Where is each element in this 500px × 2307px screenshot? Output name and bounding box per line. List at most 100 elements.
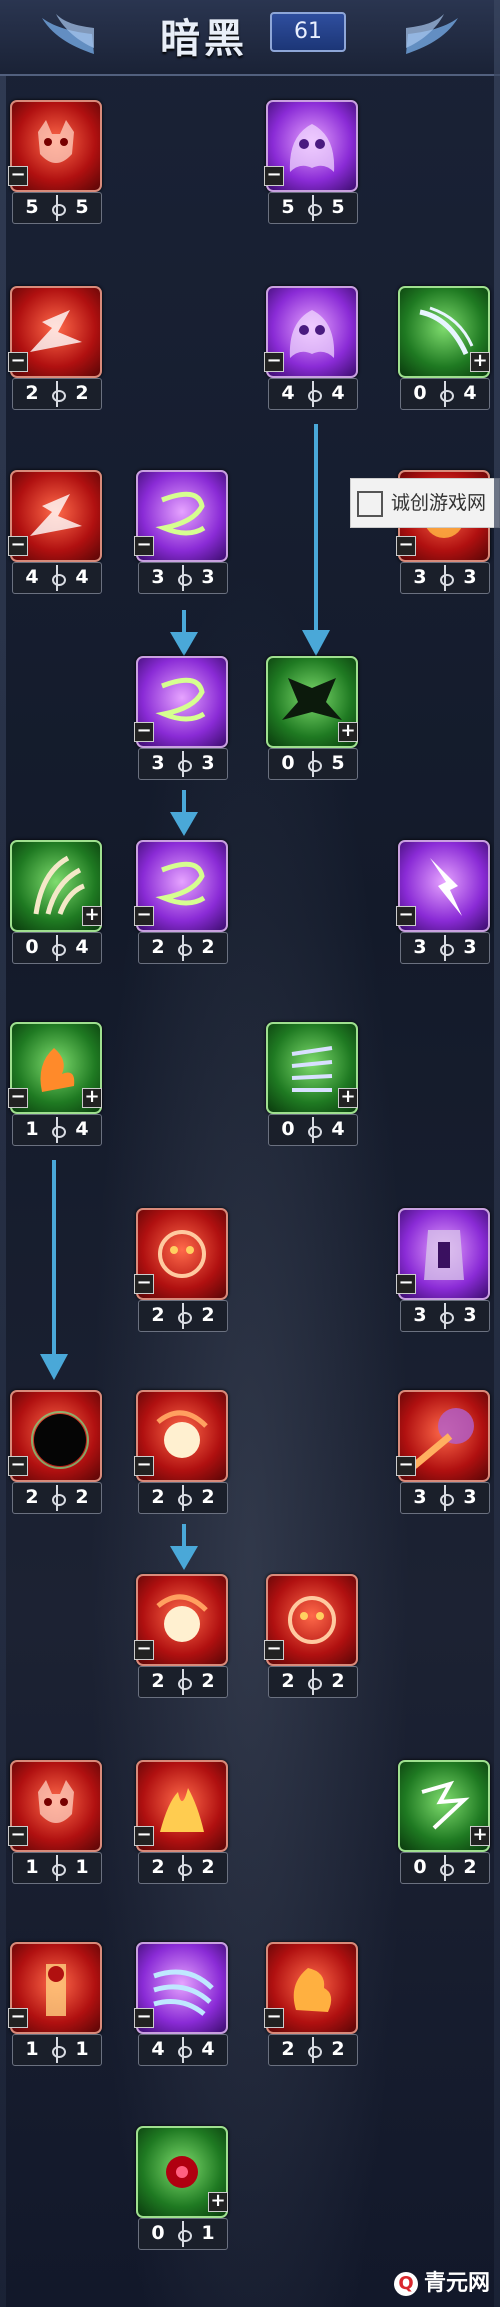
level-separator-icon (435, 381, 455, 407)
max-level: 4 (331, 1118, 345, 1140)
plus-button[interactable]: + (82, 1088, 102, 1108)
skill-level: 04 (268, 1114, 358, 1146)
skill-slot[interactable]: − +1 4 (8, 1022, 102, 1148)
level-separator-icon (173, 935, 193, 961)
skill-slot[interactable]: − 3 3 (396, 840, 490, 966)
minus-button[interactable]: − (264, 166, 284, 186)
current-level: 0 (281, 1118, 295, 1140)
skill-slot[interactable]: −2 2 (134, 1390, 228, 1516)
minus-button[interactable]: − (264, 2008, 284, 2028)
minus-button[interactable]: − (264, 352, 284, 372)
skill-slot[interactable]: +0 1 (136, 2126, 228, 2252)
skill-slot[interactable]: − 2 2 (264, 1942, 358, 2068)
skill-slot[interactable]: − 2 2 (134, 1208, 228, 1334)
max-level: 5 (75, 196, 89, 218)
plus-button[interactable]: + (338, 722, 358, 742)
skill-level: 44 (12, 562, 102, 594)
level-separator-icon (173, 1669, 193, 1695)
skill-level: 14 (12, 1114, 102, 1146)
plus-button[interactable]: + (338, 1088, 358, 1108)
current-level: 3 (151, 752, 165, 774)
max-level: 2 (201, 1856, 215, 1878)
skill-slot[interactable]: −2 2 (8, 286, 102, 412)
level-separator-icon (435, 1485, 455, 1511)
skill-level: 05 (268, 748, 358, 780)
prereq-arrow (170, 790, 198, 836)
minus-button[interactable]: − (134, 1826, 154, 1846)
current-level: 2 (151, 1670, 165, 1692)
minus-button[interactable]: − (134, 906, 154, 926)
level-separator-icon (47, 1485, 67, 1511)
minus-button[interactable]: − (8, 1826, 28, 1846)
level-separator-icon (47, 2037, 67, 2063)
skill-slot[interactable]: +0 4 (10, 840, 102, 966)
minus-button[interactable]: − (396, 1274, 416, 1294)
max-level: 4 (75, 566, 89, 588)
plus-button[interactable]: + (470, 352, 490, 372)
prereq-arrow (40, 1160, 68, 1380)
level-separator-icon (47, 1117, 67, 1143)
skill-slot[interactable]: +0 2 (398, 1760, 490, 1886)
talent-panel: 暗黑 61 −5 5−5 5−2 2−4 4 +0 4−4 4−3 3−3 3−3 3 +0 5 +0 4−… (0, 0, 500, 2307)
minus-button[interactable]: − (396, 906, 416, 926)
minus-button[interactable]: − (396, 1456, 416, 1476)
plus-button[interactable]: + (470, 1826, 490, 1846)
skill-slot[interactable]: −3 3 (396, 1208, 490, 1334)
minus-button[interactable]: − (134, 1640, 154, 1660)
skill-slot[interactable]: −2 2 (134, 1760, 228, 1886)
minus-button[interactable]: − (8, 1088, 28, 1108)
skill-level: 22 (268, 2034, 358, 2066)
skill-slot[interactable]: +0 4 (266, 1022, 358, 1148)
minus-button[interactable]: − (134, 722, 154, 742)
current-level: 2 (25, 382, 39, 404)
skill-level: 33 (400, 932, 490, 964)
minus-button[interactable]: − (8, 352, 28, 372)
prereq-arrow (170, 1524, 198, 1570)
skill-slot[interactable]: −2 2 (134, 1574, 228, 1700)
level-separator-icon (303, 751, 323, 777)
tree-title: 暗黑 (160, 16, 248, 62)
skill-slot[interactable]: −2 2 (8, 1390, 102, 1516)
minus-button[interactable]: − (8, 536, 28, 556)
watermark: 诚创游戏网 (350, 478, 500, 528)
skill-slot[interactable]: − 2 2 (264, 1574, 358, 1700)
skill-slot[interactable]: − 5 5 (264, 100, 358, 226)
minus-button[interactable]: − (134, 1456, 154, 1476)
minus-button[interactable]: − (8, 2008, 28, 2028)
skill-slot[interactable]: −4 4 (134, 1942, 228, 2068)
minus-button[interactable]: − (134, 1274, 154, 1294)
skill-level: 22 (268, 1666, 358, 1698)
skill-slot[interactable]: −1 1 (8, 1760, 102, 1886)
skill-slot[interactable]: −3 3 (134, 656, 228, 782)
minus-button[interactable]: − (8, 1456, 28, 1476)
skill-slot[interactable]: − 1 1 (8, 1942, 102, 2068)
minus-button[interactable]: − (134, 2008, 154, 2028)
skill-slot[interactable]: −4 4 (264, 286, 358, 412)
level-separator-icon (47, 195, 67, 221)
skill-slot[interactable]: −3 3 (134, 470, 228, 596)
skill-slot[interactable]: −3 3 (396, 1390, 490, 1516)
skill-slot[interactable]: −5 5 (8, 100, 102, 226)
skill-level: 11 (12, 2034, 102, 2066)
minus-button[interactable]: − (8, 166, 28, 186)
max-level: 4 (463, 382, 477, 404)
plus-button[interactable]: + (82, 906, 102, 926)
minus-button[interactable]: − (396, 536, 416, 556)
skill-slot[interactable]: − 4 4 (8, 470, 102, 596)
level-separator-icon (435, 565, 455, 591)
minus-button[interactable]: − (264, 1640, 284, 1660)
skill-slot[interactable]: +0 4 (398, 286, 490, 412)
skill-slot[interactable]: −2 2 (134, 840, 228, 966)
max-level: 2 (75, 1486, 89, 1508)
level-separator-icon (47, 565, 67, 591)
skill-slot[interactable]: +0 5 (266, 656, 358, 782)
skill-level: 55 (268, 192, 358, 224)
level-separator-icon (173, 1303, 193, 1329)
minus-button[interactable]: − (134, 536, 154, 556)
skill-level: 22 (138, 1300, 228, 1332)
level-separator-icon (435, 1855, 455, 1881)
plus-button[interactable]: + (208, 2192, 228, 2212)
max-level: 2 (201, 936, 215, 958)
max-level: 2 (463, 1856, 477, 1878)
level-separator-icon (173, 2221, 193, 2247)
